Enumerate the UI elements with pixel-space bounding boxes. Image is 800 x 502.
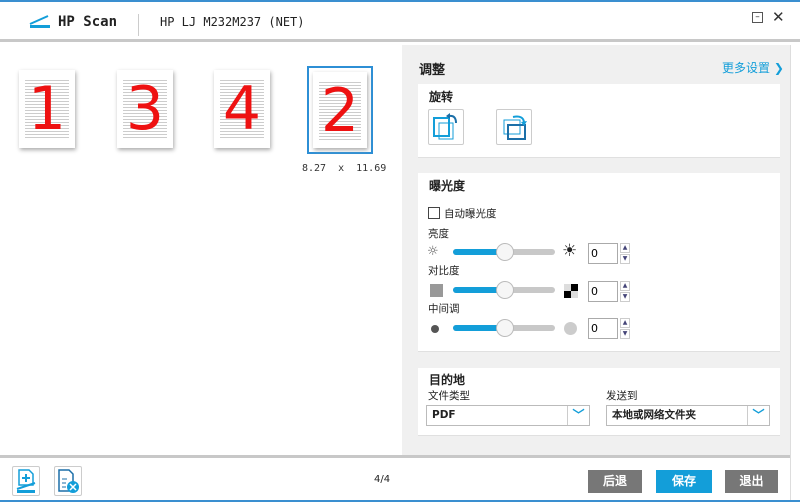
exposure-title: 曝光度	[429, 179, 466, 193]
decrement-button[interactable]: ▼	[620, 254, 630, 264]
contrast-high-icon	[564, 284, 578, 298]
page-thumbnail[interactable]: 2	[313, 72, 367, 148]
send-to-label: 发送到	[606, 390, 638, 402]
brightness-stepper[interactable]: ▲▼	[588, 243, 632, 264]
midtone-dark-icon	[431, 325, 439, 333]
thumbnail-mark: 2	[320, 76, 360, 146]
auto-exposure-checkbox[interactable]	[428, 207, 440, 219]
more-settings-label: 更多设置	[722, 61, 771, 75]
chevron-down-icon: ﹀	[747, 406, 769, 425]
thumbnail-mark: 3	[125, 74, 165, 144]
contrast-label: 对比度	[428, 265, 460, 277]
rotate-left-button[interactable]	[428, 109, 464, 145]
divider	[138, 14, 139, 36]
thumbnail-mark: 4	[222, 74, 262, 144]
scanner-logo-icon	[29, 15, 50, 28]
page-thumbnail[interactable]: 1	[19, 70, 75, 148]
contrast-low-icon	[430, 284, 443, 297]
file-type-value: PDF	[432, 409, 456, 421]
midtone-label: 中间调	[428, 303, 460, 315]
page-thumbnail[interactable]: 4	[214, 70, 270, 148]
page-counter: 4/4	[374, 474, 391, 485]
rotate-right-icon	[503, 115, 527, 140]
app-title: HP Scan	[58, 14, 118, 30]
midtone-slider[interactable]	[453, 319, 555, 337]
contrast-slider[interactable]	[453, 281, 555, 299]
page-thumbnail[interactable]: 3	[117, 70, 173, 148]
exit-button[interactable]: 退出	[725, 470, 778, 493]
settings-panel: 调整 更多设置 ❯ 旋转 曝光度 自动曝光度 亮度 ☼ ☀ ▲▼ 对比度 ▲▼ …	[402, 45, 790, 455]
send-to-select[interactable]: 本地或网络文件夹 ﹀	[606, 405, 770, 426]
increment-button[interactable]: ▲	[620, 281, 630, 291]
decrement-button[interactable]: ▼	[620, 329, 630, 339]
save-button[interactable]: 保存	[656, 470, 712, 493]
brightness-high-icon: ☀	[562, 241, 578, 261]
window-edge	[790, 45, 800, 502]
file-type-label: 文件类型	[428, 390, 470, 402]
adjust-title: 调整	[419, 63, 446, 78]
slider-handle[interactable]	[496, 243, 514, 261]
footer: 4/4 后退 保存 退出	[0, 455, 790, 500]
contrast-stepper[interactable]: ▲▼	[588, 281, 632, 302]
brightness-label: 亮度	[428, 228, 449, 240]
thumbnail-mark: 1	[27, 74, 67, 144]
delete-page-icon	[58, 469, 79, 493]
brightness-slider[interactable]	[453, 243, 555, 261]
destination-title: 目的地	[429, 373, 466, 387]
delete-page-button[interactable]	[54, 466, 82, 496]
back-button[interactable]: 后退	[588, 470, 642, 493]
midtone-light-icon	[564, 322, 577, 335]
increment-button[interactable]: ▲	[620, 318, 630, 328]
file-type-select[interactable]: PDF ﹀	[426, 405, 590, 426]
selected-thumbnail-frame[interactable]: 2	[307, 66, 373, 154]
close-button[interactable]: ✕	[772, 8, 785, 26]
destination-card: 目的地 文件类型 发送到 PDF ﹀ 本地或网络文件夹 ﹀	[418, 368, 780, 436]
decrement-button[interactable]: ▼	[620, 292, 630, 302]
increment-button[interactable]: ▲	[620, 243, 630, 253]
midtone-stepper[interactable]: ▲▼	[588, 318, 632, 339]
auto-exposure-label: 自动曝光度	[444, 208, 497, 220]
rotate-title: 旋转	[429, 90, 454, 104]
rotate-right-button[interactable]	[496, 109, 532, 145]
page-size-label: 8.27 x 11.69	[302, 163, 387, 174]
header: HP Scan HP LJ M232M237 (NET) – ✕	[0, 2, 800, 42]
chevron-down-icon: ﹀	[567, 406, 589, 425]
brightness-low-icon: ☼	[427, 244, 439, 259]
preview-pane: 1 3 4 2 8.27 x 11.69	[0, 45, 402, 455]
send-to-value: 本地或网络文件夹	[612, 409, 696, 421]
rotate-left-icon	[433, 113, 457, 140]
add-page-icon	[16, 469, 36, 493]
minimize-button[interactable]: –	[752, 12, 763, 23]
add-page-button[interactable]	[12, 466, 40, 496]
rotate-card: 旋转	[418, 84, 780, 158]
midtone-input[interactable]	[588, 318, 618, 339]
chevron-right-icon: ❯	[773, 61, 784, 75]
contrast-input[interactable]	[588, 281, 618, 302]
device-name: HP LJ M232M237 (NET)	[160, 15, 305, 29]
more-settings-link[interactable]: 更多设置 ❯	[722, 59, 784, 76]
slider-handle[interactable]	[496, 319, 514, 337]
brightness-input[interactable]	[588, 243, 618, 264]
slider-handle[interactable]	[496, 281, 514, 299]
exposure-card: 曝光度 自动曝光度 亮度 ☼ ☀ ▲▼ 对比度 ▲▼ 中间调 ▲▼	[418, 173, 780, 352]
